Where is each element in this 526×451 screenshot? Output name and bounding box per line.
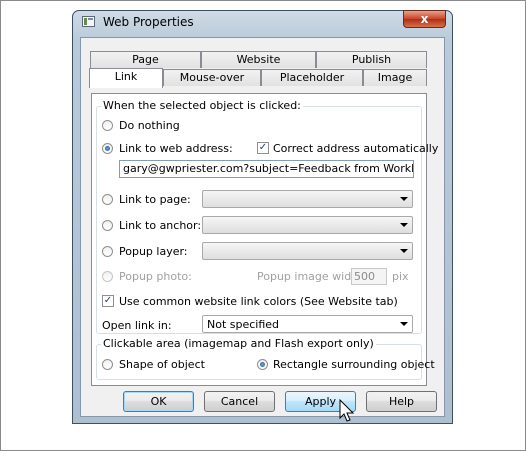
shape-of-object-label: Shape of object xyxy=(119,358,205,371)
close-button[interactable]: x xyxy=(403,10,446,28)
tab-publish[interactable]: Publish xyxy=(316,51,427,68)
tab-placeholder[interactable]: Placeholder xyxy=(261,69,363,86)
correct-address-label: Correct address automatically xyxy=(273,142,439,155)
link-to-page-dropdown[interactable] xyxy=(202,190,413,208)
open-link-in-label: Open link in: xyxy=(102,319,172,332)
rectangle-radio[interactable] xyxy=(257,359,268,370)
tab-website[interactable]: Website xyxy=(201,51,316,68)
link-to-page-radio[interactable] xyxy=(102,194,113,205)
use-common-colors-label: Use common website link colors (See Webs… xyxy=(119,295,398,308)
tab-image[interactable]: Image xyxy=(363,69,427,86)
popup-layer-radio[interactable] xyxy=(102,246,113,257)
dialog-client-area: Page Website Publish Link Mouse-over Pla… xyxy=(80,37,445,417)
link-to-anchor-dropdown[interactable] xyxy=(202,216,413,234)
popup-layer-dropdown[interactable] xyxy=(202,242,413,260)
open-link-in-value: Not specified xyxy=(207,318,280,331)
window-title: Web Properties xyxy=(103,15,194,29)
ok-button[interactable]: OK xyxy=(123,391,194,412)
rectangle-label: Rectangle surrounding object xyxy=(273,358,435,371)
cancel-button[interactable]: Cancel xyxy=(204,391,275,412)
use-common-colors-checkbox[interactable]: ✓ xyxy=(102,295,114,307)
tab-link[interactable]: Link xyxy=(89,68,163,88)
popup-photo-radio[interactable] xyxy=(102,271,113,282)
checkmark-icon: ✓ xyxy=(258,142,268,153)
link-to-anchor-label: Link to anchor: xyxy=(119,219,202,232)
chevron-down-icon xyxy=(400,223,408,227)
do-nothing-radio[interactable] xyxy=(102,120,113,131)
link-to-web-label: Link to web address: xyxy=(119,142,233,155)
shape-of-object-radio[interactable] xyxy=(102,359,113,370)
popup-width-input[interactable]: 500 xyxy=(351,268,387,285)
link-to-page-label: Link to page: xyxy=(119,193,191,206)
open-link-in-dropdown[interactable]: Not specified xyxy=(202,315,413,333)
tab-page[interactable]: Page xyxy=(90,51,201,68)
link-to-anchor-radio[interactable] xyxy=(102,220,113,231)
chevron-down-icon xyxy=(400,322,408,326)
popup-layer-label: Popup layer: xyxy=(119,245,188,258)
tab-mouse-over[interactable]: Mouse-over xyxy=(163,69,261,86)
popup-photo-label: Popup photo: xyxy=(119,270,192,283)
help-button[interactable]: Help xyxy=(366,391,437,412)
clickable-area-label: Clickable area (imagemap and Flash expor… xyxy=(101,337,376,350)
mouse-cursor-icon xyxy=(339,399,355,422)
title-bar[interactable]: Web Properties x xyxy=(73,10,452,33)
popup-width-label: Popup image width xyxy=(257,270,363,283)
checkmark-icon: ✓ xyxy=(103,295,113,306)
chevron-down-icon xyxy=(400,197,408,201)
web-properties-dialog: Web Properties x Page Website Publish Li… xyxy=(72,10,453,424)
link-tab-panel: When the selected object is clicked: Do … xyxy=(91,93,438,386)
app-icon xyxy=(82,16,95,27)
link-to-web-radio[interactable] xyxy=(102,143,113,154)
link-group-label: When the selected object is clicked: xyxy=(101,99,303,112)
link-group-box: When the selected object is clicked: Do … xyxy=(96,99,438,334)
clickable-area-group: Clickable area (imagemap and Flash expor… xyxy=(96,337,435,380)
popup-width-unit: pix xyxy=(392,270,409,283)
chevron-down-icon xyxy=(400,249,408,253)
correct-address-checkbox[interactable]: ✓ xyxy=(257,142,269,154)
do-nothing-label: Do nothing xyxy=(119,119,180,132)
web-address-input[interactable]: gary@gwpriester.com?subject=Feedback fro… xyxy=(119,160,414,178)
